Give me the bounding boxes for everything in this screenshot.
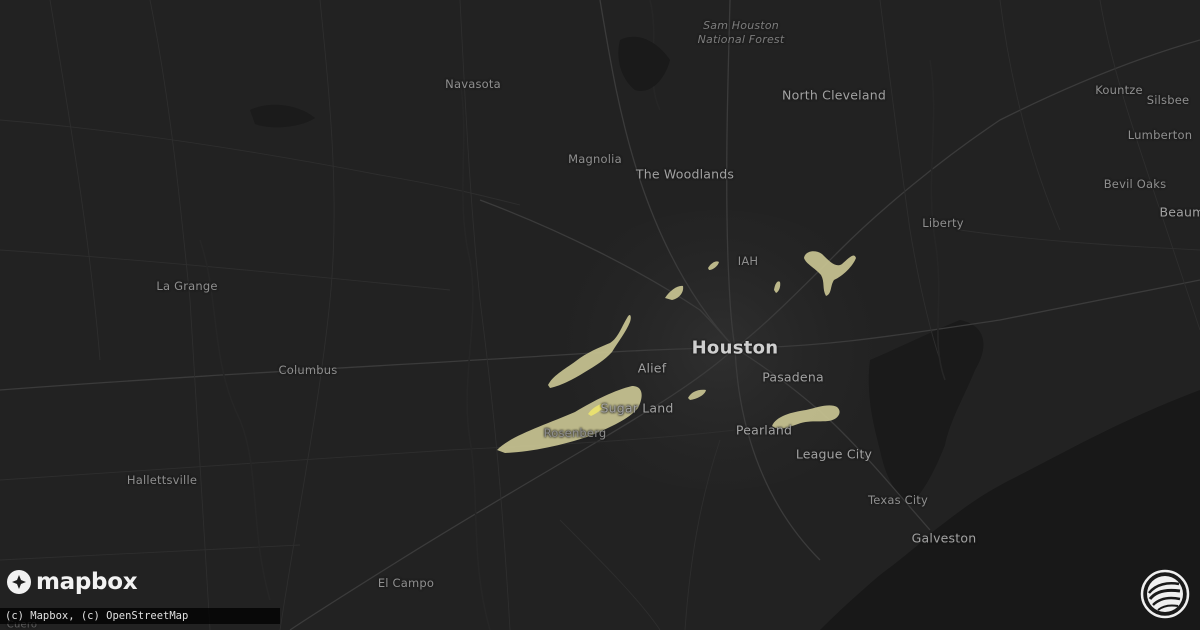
mapbox-logo[interactable]: mapbox — [6, 569, 138, 595]
globe-swirl-icon[interactable] — [1140, 569, 1190, 619]
place-label-liberty: Liberty — [922, 216, 964, 230]
place-label-lumberton: Lumberton — [1127, 128, 1193, 142]
place-label-league-city: League City — [795, 446, 873, 462]
place-label-hallettsville: Hallettsville — [126, 473, 198, 487]
place-label-el-campo: El Campo — [377, 576, 435, 590]
place-label-sam-houston: Sam Houston National Forest — [697, 19, 785, 46]
place-label-kountze: Kountze — [1095, 83, 1143, 97]
place-label-the-woodlands: The Woodlands — [635, 166, 735, 182]
place-label-alief: Alief — [637, 360, 667, 376]
map-attribution[interactable]: (c) Mapbox, (c) OpenStreetMap — [0, 608, 280, 624]
place-label-north-cleveland: North Cleveland — [782, 87, 886, 103]
place-label-magnolia: Magnolia — [568, 152, 622, 166]
mapbox-logo-icon — [7, 570, 31, 594]
place-label-silsbee: Silsbee — [1146, 93, 1190, 107]
map-canvas[interactable]: Sam Houston National Forest Navasota Nor… — [0, 0, 1200, 630]
place-label-columbus: Columbus — [278, 363, 338, 377]
place-label-pearland: Pearland — [735, 422, 793, 438]
place-label-galveston: Galveston — [911, 530, 977, 546]
basemap — [0, 0, 1200, 630]
place-label-bevil-oaks: Bevil Oaks — [1103, 177, 1167, 191]
place-label-rosenberg: Rosenberg — [543, 426, 607, 440]
place-label-la-grange: La Grange — [156, 279, 218, 293]
place-label-sugar-land: Sugar Land — [600, 400, 674, 416]
place-label-houston: Houston — [691, 337, 779, 359]
place-label-pasadena: Pasadena — [762, 369, 824, 385]
place-label-texas-city: Texas City — [868, 493, 928, 507]
place-label-navasota: Navasota — [445, 77, 501, 91]
place-label-beaumont: Beaum — [1159, 204, 1200, 220]
place-label-iah: IAH — [737, 254, 759, 268]
mapbox-logo-text: mapbox — [36, 569, 138, 595]
